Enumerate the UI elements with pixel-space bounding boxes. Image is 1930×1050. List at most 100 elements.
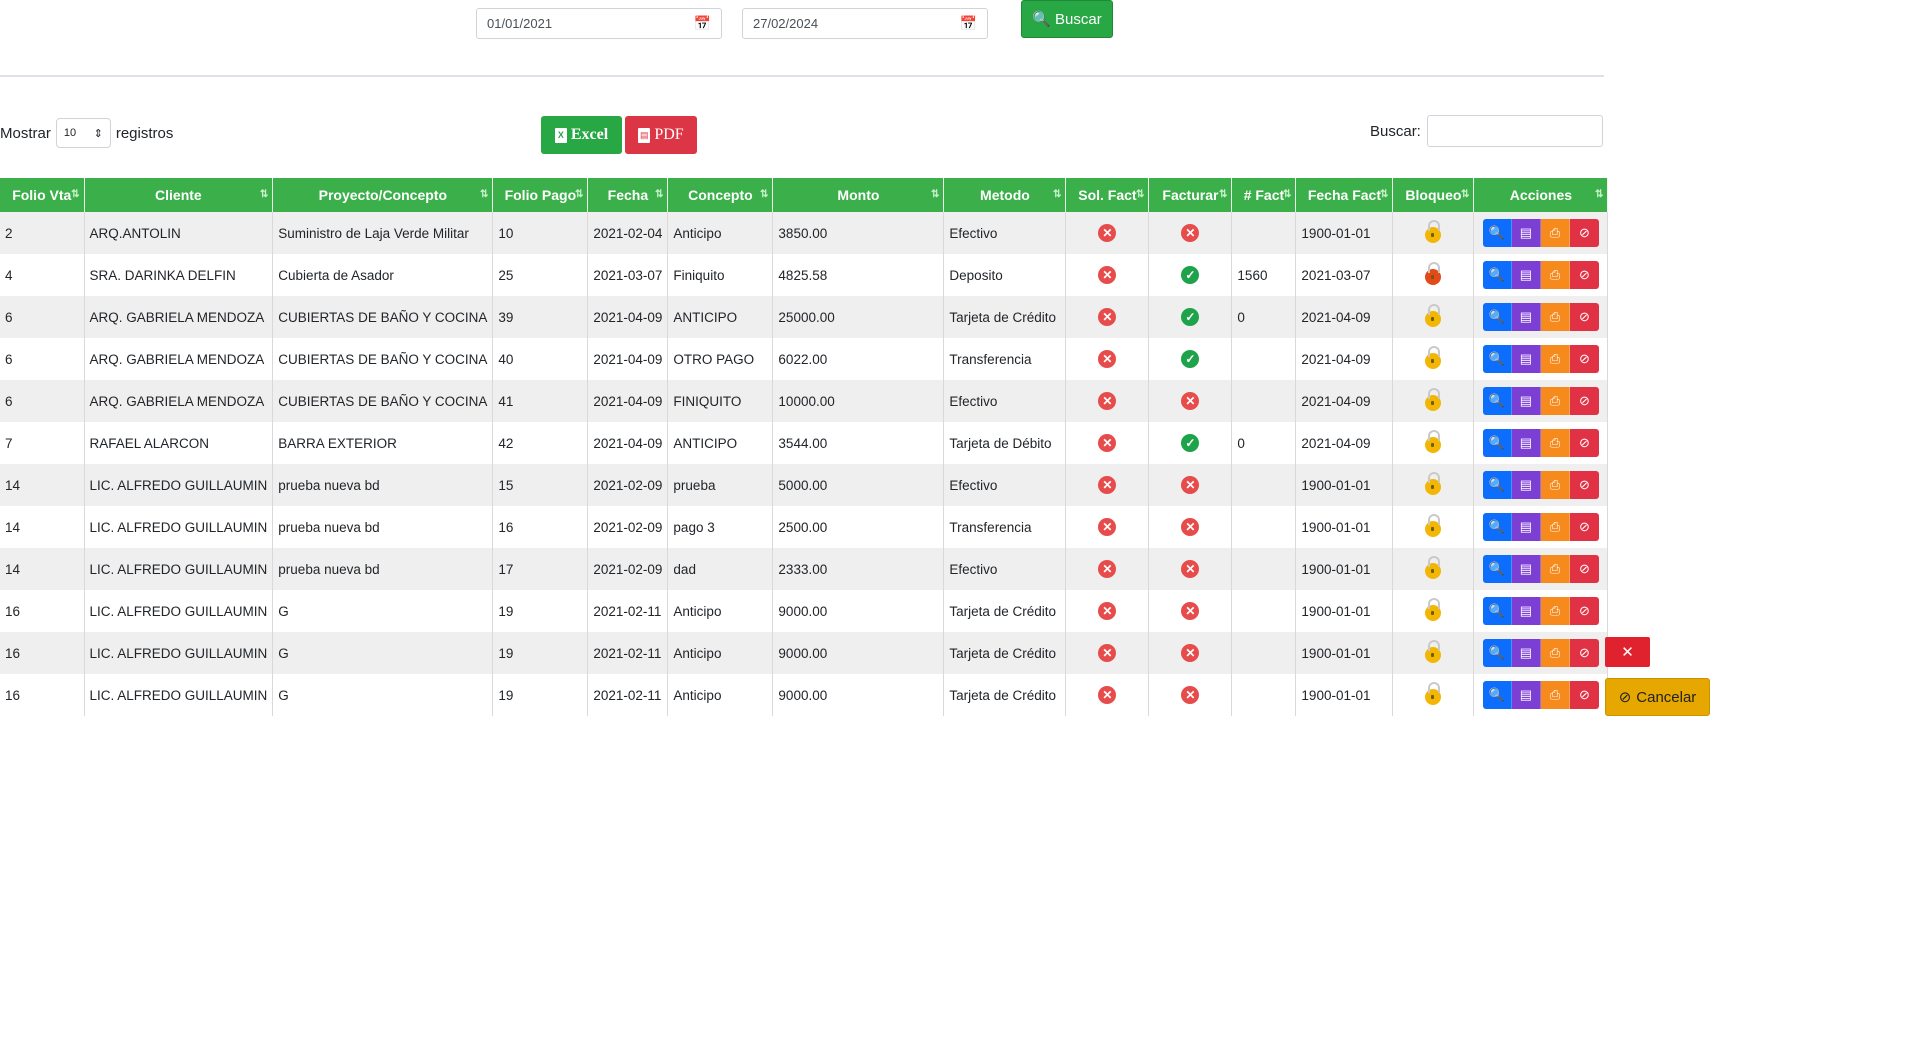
print-button[interactable]: ⎙: [1540, 681, 1570, 709]
print-button[interactable]: ⎙: [1540, 471, 1570, 499]
print-button[interactable]: ⎙: [1540, 387, 1570, 415]
lock-icon[interactable]: [1425, 387, 1442, 411]
print-button[interactable]: ⎙: [1540, 597, 1570, 625]
view-button[interactable]: 🔍: [1482, 513, 1512, 541]
print-button[interactable]: ⎙: [1540, 219, 1570, 247]
cancel-row-button[interactable]: ⊘: [1569, 345, 1599, 373]
cancel-row-button[interactable]: ⊘: [1569, 261, 1599, 289]
view-button[interactable]: 🔍: [1482, 345, 1512, 373]
document-button[interactable]: ▤: [1511, 513, 1541, 541]
view-button[interactable]: 🔍: [1482, 555, 1512, 583]
lock-icon[interactable]: [1425, 639, 1442, 663]
column-header[interactable]: Proyecto/Concepto ⇅: [272, 178, 494, 212]
cell-metodo: Tarjeta de Débito: [943, 422, 1067, 464]
cell-facturar: ✕: [1148, 212, 1233, 254]
column-header-label: Facturar: [1162, 187, 1219, 203]
cancel-row-button[interactable]: ⊘: [1569, 681, 1599, 709]
lock-icon[interactable]: [1425, 429, 1442, 453]
cell-sol-fact: ✕: [1065, 548, 1150, 590]
view-button[interactable]: 🔍: [1482, 219, 1512, 247]
pdf-button[interactable]: ▤ PDF: [625, 116, 697, 154]
column-header[interactable]: Cliente ⇅: [84, 178, 274, 212]
cancel-row-button[interactable]: ⊘: [1569, 597, 1599, 625]
calendar-icon[interactable]: 📅: [694, 15, 711, 32]
view-button[interactable]: 🔍: [1482, 387, 1512, 415]
lock-icon[interactable]: [1425, 681, 1442, 705]
cancel-row-button[interactable]: ⊘: [1569, 387, 1599, 415]
view-button[interactable]: 🔍: [1482, 597, 1512, 625]
column-header-label: Cliente: [155, 187, 202, 203]
lock-icon[interactable]: [1425, 555, 1442, 579]
print-button[interactable]: ⎙: [1540, 303, 1570, 331]
print-button[interactable]: ⎙: [1540, 639, 1570, 667]
date-from-input[interactable]: 01/01/2021 📅: [476, 8, 722, 39]
column-header[interactable]: Fecha Fact ⇅: [1295, 178, 1394, 212]
close-button[interactable]: ✕: [1605, 637, 1650, 667]
lock-icon[interactable]: [1425, 471, 1442, 495]
column-header[interactable]: Monto ⇅: [772, 178, 945, 212]
print-button[interactable]: ⎙: [1540, 513, 1570, 541]
lock-icon[interactable]: [1425, 597, 1442, 621]
search-button[interactable]: 🔍 Buscar: [1021, 0, 1113, 38]
document-button[interactable]: ▤: [1511, 219, 1541, 247]
column-header[interactable]: Sol. Fact ⇅: [1065, 178, 1150, 212]
document-button[interactable]: ▤: [1511, 555, 1541, 583]
cell-facturar: ✕: [1148, 380, 1233, 422]
print-button[interactable]: ⎙: [1540, 345, 1570, 373]
document-button[interactable]: ▤: [1511, 345, 1541, 373]
view-button[interactable]: 🔍: [1482, 681, 1512, 709]
cell-concepto: ANTICIPO: [667, 296, 774, 338]
document-button[interactable]: ▤: [1511, 681, 1541, 709]
cell-facturar: ✕: [1148, 590, 1233, 632]
column-header-label: Concepto: [688, 187, 753, 203]
column-header[interactable]: Fecha ⇅: [587, 178, 669, 212]
view-button[interactable]: 🔍: [1482, 471, 1512, 499]
print-button[interactable]: ⎙: [1540, 555, 1570, 583]
cancel-row-button[interactable]: ⊘: [1569, 303, 1599, 331]
cancel-button[interactable]: ⊘ Cancelar: [1605, 678, 1710, 716]
cancel-row-button[interactable]: ⊘: [1569, 555, 1599, 583]
column-header[interactable]: Folio Pago ⇅: [492, 178, 589, 212]
document-button[interactable]: ▤: [1511, 387, 1541, 415]
table-row: 14 LIC. ALFREDO GUILLAUMIN prueba nueva bd…: [0, 548, 1609, 590]
lock-icon[interactable]: [1425, 261, 1442, 285]
column-header[interactable]: Bloqueo ⇅: [1392, 178, 1475, 212]
cancel-row-button[interactable]: ⊘: [1569, 471, 1599, 499]
page-size-select[interactable]: 10 ⇕: [55, 118, 111, 148]
column-header[interactable]: Metodo ⇅: [943, 178, 1067, 212]
column-header[interactable]: Concepto ⇅: [667, 178, 774, 212]
cancel-row-button[interactable]: ⊘: [1569, 429, 1599, 457]
column-header[interactable]: Facturar ⇅: [1148, 178, 1233, 212]
excel-button[interactable]: X Excel: [541, 116, 622, 154]
document-button[interactable]: ▤: [1511, 471, 1541, 499]
cancel-row-button[interactable]: ⊘: [1569, 219, 1599, 247]
lock-icon[interactable]: [1425, 513, 1442, 537]
column-header[interactable]: Acciones ⇅: [1473, 178, 1609, 212]
cancel-row-button[interactable]: ⊘: [1569, 639, 1599, 667]
view-button[interactable]: 🔍: [1482, 261, 1512, 289]
print-button[interactable]: ⎙: [1540, 429, 1570, 457]
document-button[interactable]: ▤: [1511, 429, 1541, 457]
cell-num-fact: 1560: [1231, 254, 1297, 296]
view-button[interactable]: 🔍: [1482, 639, 1512, 667]
view-button[interactable]: 🔍: [1482, 429, 1512, 457]
print-button[interactable]: ⎙: [1540, 261, 1570, 289]
cancel-row-button[interactable]: ⊘: [1569, 513, 1599, 541]
calendar-icon[interactable]: 📅: [960, 15, 977, 32]
document-button[interactable]: ▤: [1511, 303, 1541, 331]
cell-num-fact: [1231, 380, 1297, 422]
date-to-input[interactable]: 27/02/2024 📅: [742, 8, 988, 39]
table-search-input[interactable]: [1426, 115, 1603, 147]
cell-monto: 2500.00: [772, 506, 945, 548]
document-button[interactable]: ▤: [1511, 261, 1541, 289]
lock-icon[interactable]: [1425, 303, 1442, 327]
document-button[interactable]: ▤: [1511, 597, 1541, 625]
lock-icon[interactable]: [1425, 219, 1442, 243]
cell-concepto: Finiquito: [667, 254, 774, 296]
column-header[interactable]: # Fact ⇅: [1231, 178, 1297, 212]
lock-icon[interactable]: [1425, 345, 1442, 369]
x-circle-icon: ✕: [1098, 224, 1117, 242]
column-header[interactable]: Folio Vta ⇅: [0, 178, 85, 212]
document-button[interactable]: ▤: [1511, 639, 1541, 667]
view-button[interactable]: 🔍: [1482, 303, 1512, 331]
